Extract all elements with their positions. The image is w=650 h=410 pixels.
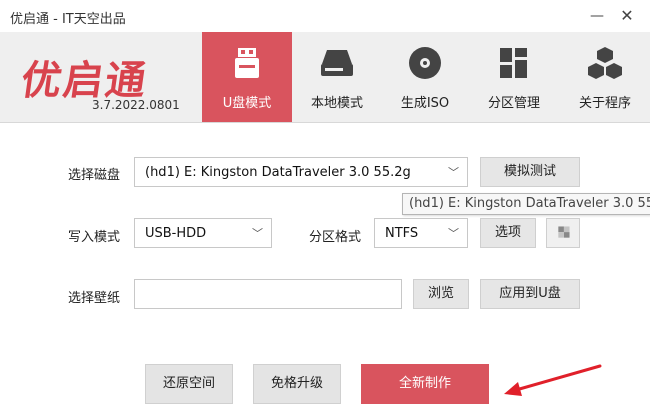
header: 优启通 3.7.2022.0801 U盘模式 本地模式 生成ISO 分区管理 关… (0, 32, 650, 123)
annotation-arrow (504, 364, 602, 396)
close-button[interactable]: ✕ (612, 4, 642, 28)
chevron-down-icon: ﹀ (252, 227, 263, 240)
wallpaper-label: 选择壁纸 (68, 291, 121, 306)
advanced-settings-button[interactable] (546, 218, 580, 248)
new-creation-button[interactable]: 全新制作 (361, 364, 489, 404)
tab-about-label: 关于程序 (578, 96, 631, 111)
apply-to-usb-button[interactable]: 应用到U盘 (480, 279, 580, 309)
tab-about[interactable]: 关于程序 (560, 32, 650, 122)
options-button[interactable]: 选项 (480, 218, 536, 248)
partition-format-label: 分区格式 (309, 230, 362, 245)
tab-partition-management-label: 分区管理 (487, 96, 540, 111)
tab-local-mode-label: 本地模式 (310, 96, 363, 111)
disk-label: 选择磁盘 (68, 168, 121, 183)
chevron-down-icon: ﹀ (448, 166, 459, 179)
tab-usb-mode-label: U盘模式 (222, 96, 272, 111)
disc-icon (409, 47, 441, 79)
disk-select[interactable]: (hd1) E: Kingston DataTraveler 3.0 55.2g… (134, 157, 468, 187)
usb-drive-icon (235, 48, 259, 78)
window-title: 优启通 - IT天空出品 (10, 12, 126, 27)
partition-format-select[interactable]: NTFS ﹀ (374, 218, 468, 248)
disk-select-value: (hd1) E: Kingston DataTraveler 3.0 55.2g (145, 165, 411, 180)
restore-space-button[interactable]: 还原空间 (145, 364, 233, 404)
partition-format-value: NTFS (385, 226, 419, 241)
browse-button[interactable]: 浏览 (413, 279, 469, 309)
tab-usb-mode[interactable]: U盘模式 (202, 32, 292, 122)
tab-local-mode[interactable]: 本地模式 (292, 32, 382, 122)
tab-make-iso[interactable]: 生成ISO (380, 32, 470, 122)
write-mode-label: 写入模式 (68, 230, 121, 245)
tab-make-iso-label: 生成ISO (400, 96, 450, 111)
minimize-button[interactable]: — (582, 4, 612, 28)
title-bar: 优启通 - IT天空出品 — ✕ (0, 0, 650, 32)
hard-disk-icon (321, 50, 353, 76)
app-version: 3.7.2022.0801 (92, 98, 180, 112)
write-mode-select[interactable]: USB-HDD ﹀ (134, 218, 272, 248)
simulate-test-button[interactable]: 模拟测试 (480, 157, 580, 187)
partition-grid-icon (500, 48, 527, 78)
about-cubes-icon (588, 47, 622, 79)
chevron-down-icon: ﹀ (448, 227, 459, 240)
checker-grid-icon (558, 226, 570, 238)
wallpaper-path-input[interactable] (134, 279, 402, 309)
format-free-upgrade-button[interactable]: 免格升级 (253, 364, 341, 404)
write-mode-value: USB-HDD (145, 226, 207, 241)
disk-tooltip: (hd1) E: Kingston DataTraveler 3.0 55 (402, 193, 650, 215)
tab-partition-management[interactable]: 分区管理 (469, 32, 559, 122)
